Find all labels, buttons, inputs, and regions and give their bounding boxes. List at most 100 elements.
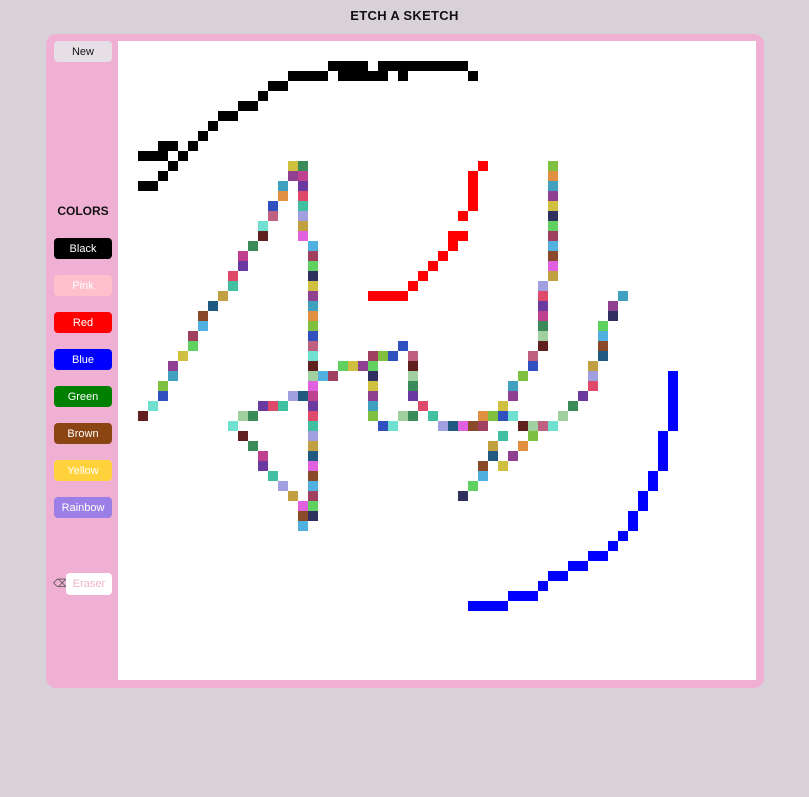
- color-button-green[interactable]: Green: [54, 386, 112, 407]
- color-button-black[interactable]: Black: [54, 238, 112, 259]
- sketch-pixel: [608, 301, 618, 311]
- sketch-pixel: [618, 531, 628, 541]
- sketch-pixel: [318, 371, 328, 381]
- sketch-pixel: [408, 381, 418, 391]
- sketch-pixel: [478, 461, 488, 471]
- sketch-pixel: [258, 461, 268, 471]
- sketch-pixel: [408, 281, 418, 291]
- sketch-canvas[interactable]: [118, 41, 756, 680]
- sketch-pixel: [308, 261, 318, 271]
- sketch-pixel: [368, 401, 378, 411]
- sketch-pixel: [228, 111, 238, 121]
- color-button-yellow[interactable]: Yellow: [54, 460, 112, 481]
- sketch-pixel: [308, 501, 318, 511]
- sketch-pixel: [508, 591, 518, 601]
- sketch-pixel: [408, 371, 418, 381]
- sketch-pixel: [308, 281, 318, 291]
- sketch-pixel: [548, 261, 558, 271]
- sketch-pixel: [488, 601, 498, 611]
- sketch-pixel: [588, 371, 598, 381]
- sketch-pixel: [298, 391, 308, 401]
- sketch-pixel: [168, 141, 178, 151]
- sketch-pixel: [198, 131, 208, 141]
- sketch-pixel: [548, 241, 558, 251]
- sketch-pixel: [208, 301, 218, 311]
- sketch-pixel: [448, 421, 458, 431]
- sketch-pixel: [308, 71, 318, 81]
- sketch-pixel: [298, 501, 308, 511]
- sketch-pixel: [308, 321, 318, 331]
- sketch-pixel: [498, 401, 508, 411]
- sketch-pixel: [498, 431, 508, 441]
- sketch-pixel: [278, 401, 288, 411]
- sketch-pixel: [368, 381, 378, 391]
- sketch-pixel: [258, 221, 268, 231]
- sketch-pixel: [148, 181, 158, 191]
- sketch-pixel: [308, 381, 318, 391]
- color-button-pink[interactable]: Pink: [54, 275, 112, 296]
- sketch-pixel: [648, 481, 658, 491]
- sketch-pixel: [238, 261, 248, 271]
- sketch-pixel: [248, 241, 258, 251]
- sketch-pixel: [388, 421, 398, 431]
- sketch-pixel: [598, 551, 608, 561]
- sketch-pixel: [428, 261, 438, 271]
- sketch-pixel: [298, 201, 308, 211]
- app-title: ETCH A SKETCH: [350, 8, 459, 23]
- sketch-pixel: [548, 271, 558, 281]
- sketch-pixel: [498, 461, 508, 471]
- sketch-pixel: [248, 101, 258, 111]
- sketch-pixel: [298, 211, 308, 221]
- sketch-pixel: [138, 181, 148, 191]
- sketch-pixel: [668, 421, 678, 431]
- sketch-pixel: [308, 471, 318, 481]
- sketch-pixel: [518, 591, 528, 601]
- sketch-pixel: [618, 291, 628, 301]
- color-button-rainbow[interactable]: Rainbow: [54, 497, 112, 518]
- sketch-pixel: [548, 181, 558, 191]
- sketch-pixel: [168, 371, 178, 381]
- color-button-red[interactable]: Red: [54, 312, 112, 333]
- sketch-pixel: [488, 451, 498, 461]
- sketch-pixel: [468, 421, 478, 431]
- sketch-pixel: [388, 291, 398, 301]
- sketch-pixel: [588, 551, 598, 561]
- sketch-pixel: [308, 401, 318, 411]
- sketch-pixel: [138, 411, 148, 421]
- sketch-pixel: [158, 151, 168, 161]
- sketch-pixel: [368, 361, 378, 371]
- eraser-button[interactable]: Eraser: [66, 573, 112, 595]
- sketch-pixel: [408, 61, 418, 71]
- sketch-pixel: [578, 391, 588, 401]
- sketch-pixel: [508, 381, 518, 391]
- sketch-pixel: [468, 481, 478, 491]
- sketch-pixel: [378, 291, 388, 301]
- sketch-pixel: [518, 441, 528, 451]
- sketch-pixel: [268, 201, 278, 211]
- sketch-pixel: [288, 171, 298, 181]
- sketch-pixel: [208, 121, 218, 131]
- sketch-pixel: [308, 461, 318, 471]
- sketch-pixel: [308, 301, 318, 311]
- sketch-pixel: [458, 61, 468, 71]
- sketch-pixel: [468, 191, 478, 201]
- sketch-pixel: [298, 181, 308, 191]
- sketch-pixel: [398, 61, 408, 71]
- color-button-brown[interactable]: Brown: [54, 423, 112, 444]
- sketch-pixel: [428, 411, 438, 421]
- sketch-pixel: [668, 411, 678, 421]
- sketch-pixel: [278, 481, 288, 491]
- sketch-pixel: [308, 451, 318, 461]
- sketch-pixel: [158, 391, 168, 401]
- sketch-pixel: [258, 401, 268, 411]
- sketch-pixel: [388, 61, 398, 71]
- sketch-pixel: [308, 361, 318, 371]
- sketch-pixel: [478, 471, 488, 481]
- color-button-blue[interactable]: Blue: [54, 349, 112, 370]
- sketch-pixel: [288, 491, 298, 501]
- sketch-pixel: [568, 401, 578, 411]
- sketch-pixel: [158, 381, 168, 391]
- new-button[interactable]: New: [54, 41, 112, 62]
- sketch-pixel: [508, 411, 518, 421]
- sketch-pixel: [348, 61, 358, 71]
